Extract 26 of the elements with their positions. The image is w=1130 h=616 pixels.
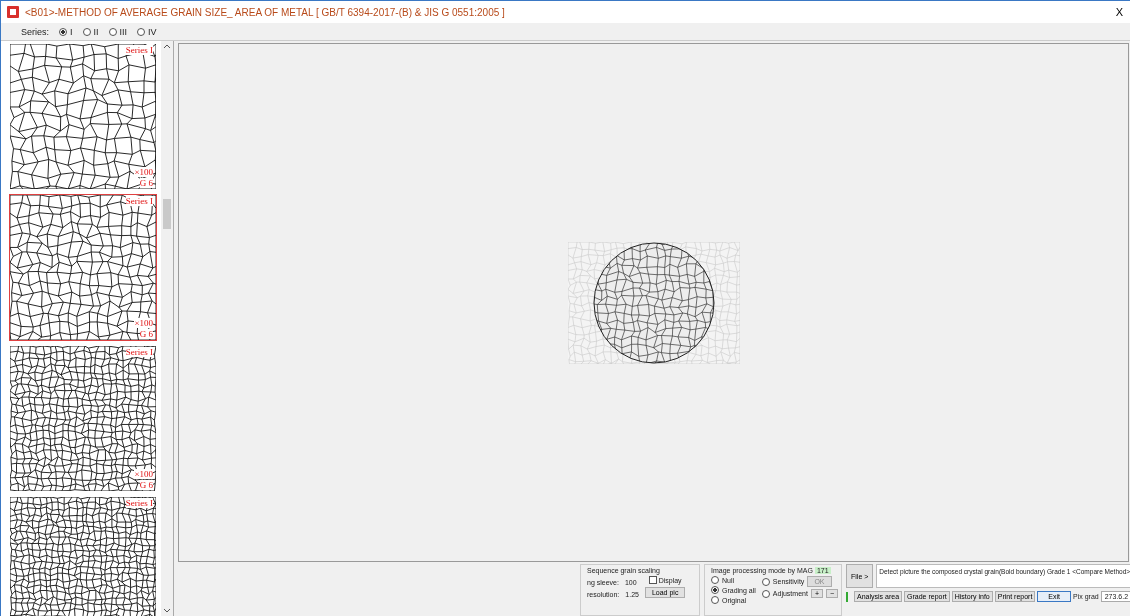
thumbnail-card[interactable]: Series I ×100 G 6 xyxy=(9,345,157,492)
series-caption: Series I xyxy=(125,196,153,206)
thumbnail-card[interactable]: Series I ×100 G 6 xyxy=(9,43,157,190)
scroll-thumb[interactable] xyxy=(163,199,171,229)
series-caption: Series I xyxy=(125,45,153,55)
series-caption: Series I xyxy=(125,347,153,357)
thumbnail-card[interactable]: Series I xyxy=(9,496,157,616)
app-icon xyxy=(7,6,19,18)
magnification-caption: ×100 xyxy=(134,469,153,479)
grade-caption: G 6 xyxy=(139,480,153,490)
series-caption: Series I xyxy=(125,498,153,508)
thumbnail-card[interactable]: Series I ×100 G 6 xyxy=(9,194,157,341)
grade-caption: G 6 xyxy=(139,178,153,188)
scroll-up-icon[interactable] xyxy=(163,43,171,49)
series-radio[interactable]: I xyxy=(59,26,73,37)
window-title: <B01>-METHOD OF AVERAGE GRAIN SIZE_ AREA OF METAL [ GB/T 6394-2017-(B) & JIS G 0551:2005 ] xyxy=(25,6,506,18)
close-button[interactable]: X xyxy=(1107,6,1130,18)
series-label: Series: xyxy=(21,26,49,37)
series-radio[interactable]: IV xyxy=(137,26,157,37)
grade-caption: G 6 xyxy=(139,329,153,339)
scroll-down-icon[interactable] xyxy=(163,608,171,614)
series-radio[interactable]: II xyxy=(82,26,99,37)
magnification-caption: ×100 xyxy=(134,318,153,328)
series-radio[interactable]: III xyxy=(108,26,128,37)
magnification-caption: ×100 xyxy=(134,167,153,177)
status-indicator xyxy=(846,591,848,602)
